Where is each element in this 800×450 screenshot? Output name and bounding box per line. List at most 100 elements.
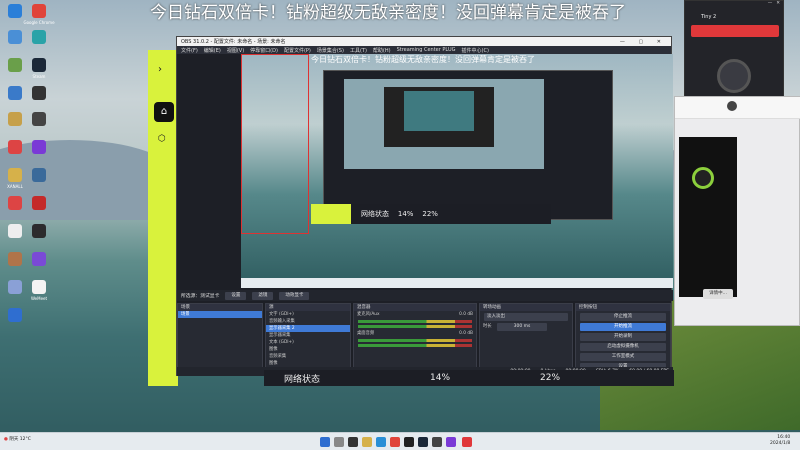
controller-window: — ✕ Tiny 2	[684, 0, 784, 98]
desktop-icon[interactable]	[26, 112, 52, 142]
desktop-icon[interactable]	[2, 224, 28, 254]
transition-select[interactable]: 淡入淡出	[484, 313, 568, 321]
windows-start-icon[interactable]	[320, 437, 330, 447]
menu-item[interactable]: 工具(T)	[350, 47, 367, 54]
obs-window: OBS 31.0.2 - 配置文件: 未命名 - 场景: 未命名 — ▢ ✕ 文…	[176, 36, 673, 381]
desktop-icon[interactable]	[26, 224, 52, 254]
obs-preview[interactable]: 今日钻石双倍卡！钻粉超级无敌亲密度！没回弹幕肯定是被吞了 网络状态 14% 22…	[241, 54, 673, 288]
app-icon	[8, 112, 22, 126]
explorer-icon[interactable]	[362, 437, 372, 447]
tray-clock[interactable]: 16:40 2024/1/8	[770, 435, 790, 447]
live-assistant-button[interactable]: 详情中...	[703, 289, 733, 299]
preview-taskbar	[241, 278, 673, 288]
scene-item[interactable]: 场景	[178, 311, 262, 318]
live-assistant-ring[interactable]	[692, 167, 714, 189]
menu-item[interactable]: 文件(F)	[181, 47, 198, 54]
desktop-icon[interactable]	[26, 30, 52, 60]
source-effects-button[interactable]: 动效显卡	[279, 291, 310, 300]
desktop-icon[interactable]	[26, 140, 52, 170]
start-stream-button[interactable]: 开始推流	[580, 323, 666, 331]
desktop-icon[interactable]	[2, 196, 28, 226]
app-icon[interactable]	[418, 437, 428, 447]
cube-icon[interactable]: ⬡	[158, 134, 166, 144]
desktop-icon[interactable]	[2, 58, 28, 88]
live-assistant-preview	[679, 137, 737, 297]
chrome-icon[interactable]	[390, 437, 400, 447]
menu-item[interactable]: 视图(V)	[227, 47, 244, 54]
record-button[interactable]: 开始录制	[580, 333, 666, 341]
weather-icon: ●	[4, 437, 8, 442]
menu-item[interactable]: 插件中心(C)	[462, 47, 489, 54]
app-icon[interactable]	[446, 437, 456, 447]
menu-item[interactable]: 停靠窗口(D)	[250, 47, 278, 54]
desktop-icon[interactable]	[26, 196, 52, 226]
source-item[interactable]: 音频输入采集	[266, 318, 350, 325]
app-icon	[32, 30, 46, 44]
desktop-icon[interactable]	[2, 112, 28, 142]
menu-item[interactable]: 帮助(H)	[373, 47, 391, 54]
mixer-title: 混音器	[354, 304, 476, 311]
source-settings-button[interactable]: 设置	[225, 291, 247, 300]
desktop-icon[interactable]	[2, 252, 28, 282]
source-item[interactable]: 音频采集	[266, 353, 350, 360]
desktop-icon[interactable]	[2, 30, 28, 60]
source-item[interactable]: 显示器采集	[266, 332, 350, 339]
app-icon	[8, 280, 22, 294]
mixer-meter	[358, 325, 472, 328]
source-item[interactable]: 文字 (GDI+)	[266, 311, 350, 318]
sources-title: 源	[266, 304, 350, 311]
source-item[interactable]: 文本 (GDI+)	[266, 339, 350, 346]
home-icon[interactable]: ⌂	[154, 102, 174, 122]
source-filters-button[interactable]: 滤镜	[252, 291, 274, 300]
source-item[interactable]: 图像	[266, 346, 350, 353]
app-icon	[32, 252, 46, 266]
controller-title: Tiny 2	[701, 14, 717, 20]
window-controls[interactable]: — ▢ ✕	[620, 39, 667, 45]
desktop-icon[interactable]: XANALL	[2, 168, 28, 198]
joystick[interactable]	[717, 59, 751, 93]
app-icon	[32, 86, 46, 100]
desktop-icon[interactable]	[2, 280, 28, 310]
app-icon	[8, 252, 22, 266]
transitions-title: 转场动画	[480, 304, 572, 311]
menu-item[interactable]: 场景集合(S)	[317, 47, 344, 54]
desktop-icon[interactable]	[2, 140, 28, 170]
net-status-v2: 22%	[540, 373, 561, 383]
mixer-panel: 混音器 麦克风/Aux 0.0 dB 桌面音频 0.0 dB	[353, 303, 477, 373]
app-icon	[8, 4, 22, 18]
weather-widget[interactable]: ● 阴天 12°C	[4, 436, 31, 442]
desktop-icon[interactable]: Steam	[26, 58, 52, 88]
desktop-icon[interactable]	[2, 308, 28, 338]
taskbar: ● 阴天 12°C 16:40 2024/1/8	[0, 432, 800, 450]
duration-input[interactable]: 300 ms	[496, 323, 547, 331]
virtual-cam-button[interactable]: 启动虚拟摄像机	[580, 343, 666, 351]
app-icon[interactable]	[462, 437, 472, 447]
source-item[interactable]: 图像	[266, 360, 350, 367]
sources-panel: 源 文字 (GDI+) 音频输入采集 显示器采集 2 显示器采集 文本 (GDI…	[265, 303, 351, 373]
preview-red-selection[interactable]	[241, 54, 309, 234]
stop-stream-button[interactable]: 停止推流	[580, 313, 666, 321]
app-icon	[8, 308, 22, 322]
desktop-icon[interactable]: WeMeet	[26, 280, 52, 310]
studio-mode-button[interactable]: 工作室模式	[580, 353, 666, 361]
controls-title: 控制按钮	[576, 304, 670, 311]
app-icon	[8, 196, 22, 210]
app-icon[interactable]	[432, 437, 442, 447]
app-icon	[32, 4, 46, 18]
live-assistant-avatar[interactable]	[727, 101, 737, 111]
chevron-icon[interactable]: ›	[158, 64, 162, 75]
menu-item[interactable]: Streaming Center PLUG	[397, 47, 456, 53]
duration-row: 时长 300 ms	[480, 323, 572, 331]
controls-panel: 控制按钮 停止推流 开始推流 开始录制 启动虚拟摄像机 工作室模式 设置 退出	[575, 303, 671, 381]
desktop-icon[interactable]	[26, 252, 52, 282]
scenes-title: 场景	[178, 304, 262, 311]
app-icon	[32, 280, 46, 294]
taskview-icon[interactable]	[348, 437, 358, 447]
search-icon[interactable]	[334, 437, 344, 447]
desktop-icon[interactable]	[26, 168, 52, 198]
menu-item[interactable]: 配置文件(P)	[284, 47, 311, 54]
obs-icon[interactable]	[404, 437, 414, 447]
source-item[interactable]: 显示器采集 2	[266, 325, 350, 332]
menu-item[interactable]: 编辑(E)	[204, 47, 221, 54]
edge-icon[interactable]	[376, 437, 386, 447]
